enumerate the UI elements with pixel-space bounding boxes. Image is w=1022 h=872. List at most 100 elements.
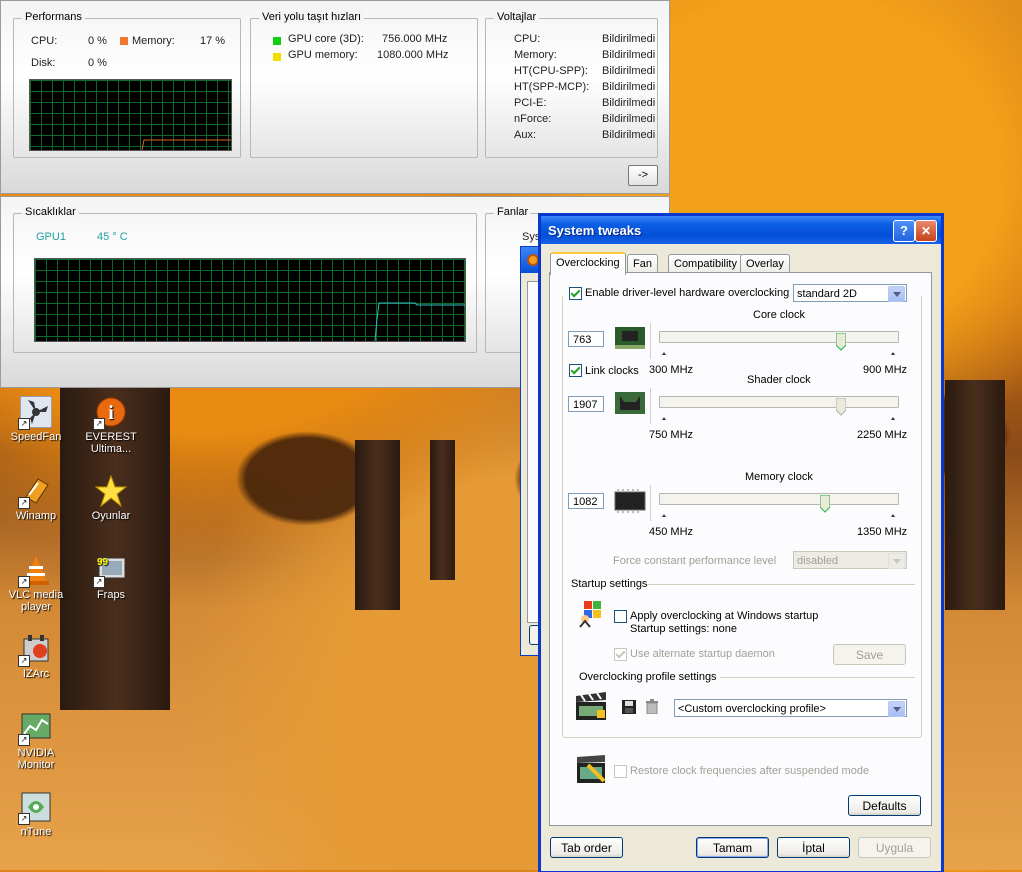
gpu-core-swatch xyxy=(273,37,281,45)
voltage-label: nForce: xyxy=(514,113,552,125)
slider-thumb[interactable] xyxy=(819,494,831,513)
core-clock-max: 900 MHz xyxy=(863,364,908,376)
desktop-icon-label: NVIDIA Monitor xyxy=(17,747,55,771)
system-tweaks-dialog: System tweaks ? ✕ Overclocking Fan Compa… xyxy=(540,215,942,872)
shader-chip-icon xyxy=(614,390,646,414)
tab-overlay[interactable]: Overlay xyxy=(740,254,790,273)
force-performance-combo: disabled xyxy=(793,551,907,569)
core-clock-slider[interactable] xyxy=(650,323,907,359)
dialog-titlebar[interactable]: System tweaks ? ✕ xyxy=(541,216,941,244)
bus-speeds-title: Veri yolu taşıt hızları xyxy=(259,11,365,23)
temperature-graph xyxy=(34,258,466,342)
more-button[interactable]: -> xyxy=(628,165,658,186)
tab-overclocking[interactable]: Overclocking xyxy=(550,252,626,275)
tab-fan[interactable]: Fan xyxy=(627,254,658,273)
cpu-label: CPU: xyxy=(31,35,58,47)
everest-icon: i ↗ xyxy=(93,396,127,430)
gpu-memory-swatch xyxy=(273,53,281,61)
desktop-icon-label: Winamp xyxy=(15,510,57,522)
slider-track xyxy=(659,493,899,505)
tree-trunk xyxy=(430,440,455,580)
desktop-icon-label: IZArc xyxy=(22,668,50,680)
desktop-icon-label: SpeedFan xyxy=(10,431,62,443)
save-profile-icon[interactable] xyxy=(622,700,636,714)
disk-value: 0 % xyxy=(88,57,107,69)
restore-after-suspend-label: Restore clock frequencies after suspende… xyxy=(630,765,870,777)
profile-combo-value: <Custom overclocking profile> xyxy=(678,703,826,715)
slider-thumb[interactable] xyxy=(835,332,847,351)
core-clock-min: 300 MHz xyxy=(649,364,694,376)
voltage-value: Bildirilmedi xyxy=(602,49,656,61)
shortcut-arrow-icon: ↗ xyxy=(18,497,30,509)
shortcut-arrow-icon: ↗ xyxy=(18,576,30,588)
desktop-icon-label: nTune xyxy=(20,826,52,838)
gpu-memory-label: GPU memory: xyxy=(288,49,358,61)
force-performance-label: Force constant performance level xyxy=(613,555,777,567)
core-clock-value-field[interactable]: 763 xyxy=(568,331,604,347)
profile-settings-title: Overclocking profile settings xyxy=(579,671,717,683)
link-clocks-label[interactable]: Link clocks xyxy=(585,365,639,377)
force-performance-value: disabled xyxy=(797,555,838,567)
gpu-core-label: GPU core (3D): xyxy=(288,33,364,45)
voltage-label: Memory: xyxy=(514,49,557,61)
alternate-daemon-label: Use alternate startup daemon xyxy=(630,648,775,660)
desktop-icon-vlc[interactable]: ↗ VLC media player xyxy=(1,554,71,613)
temperatures-title: Sıcaklıklar xyxy=(22,206,79,218)
fraps-icon: 99 ↗ xyxy=(93,554,127,588)
desktop-icon-label: EVEREST Ultima... xyxy=(85,431,137,455)
cpu-value: 0 % xyxy=(88,35,107,47)
desktop-icon-ntune[interactable]: ↗ nTune xyxy=(1,791,71,838)
tab-compatibility[interactable]: Compatibility xyxy=(668,254,743,273)
voltage-value: Bildirilmedi xyxy=(602,65,656,77)
desktop-icon-fraps[interactable]: 99 ↗ Fraps xyxy=(76,554,146,601)
shortcut-arrow-icon: ↗ xyxy=(18,418,30,430)
shortcut-arrow-icon: ↗ xyxy=(93,576,105,588)
profile-clapper-icon xyxy=(575,692,607,720)
memory-label: Memory: xyxy=(132,35,175,47)
shortcut-arrow-icon: ↗ xyxy=(93,418,105,430)
apply-at-startup-checkbox[interactable] xyxy=(614,610,627,623)
voltage-label: CPU: xyxy=(514,33,541,45)
memory-clock-value-field[interactable]: 1082 xyxy=(568,493,604,509)
desktop-icon-label: Fraps xyxy=(96,589,126,601)
desktop-icon-nvidia-monitor[interactable]: ↗ NVIDIA Monitor xyxy=(1,712,71,771)
memory-clock-slider[interactable] xyxy=(650,485,907,521)
desktop-icon-speedfan[interactable]: ↗ SpeedFan xyxy=(1,395,71,443)
desktop-icon-winamp[interactable]: ↗ Winamp xyxy=(1,475,71,522)
close-button[interactable]: ✕ xyxy=(915,220,937,242)
gpu1-label: GPU1 xyxy=(36,231,66,243)
shortcut-arrow-icon: ↗ xyxy=(18,734,30,746)
memory-chip-icon xyxy=(614,488,646,513)
defaults-button[interactable]: Defaults xyxy=(848,795,921,816)
memory-color-swatch xyxy=(120,37,128,45)
link-clocks-checkbox[interactable] xyxy=(569,364,582,377)
tab-order-button[interactable]: Tab order xyxy=(550,837,623,858)
voltage-label: HT(SPP-MCP): xyxy=(514,81,590,93)
memory-value: 17 % xyxy=(200,35,226,47)
fans-title: Fanlar xyxy=(494,206,532,218)
bus-speeds-group: Veri yolu taşıt hızları GPU core (3D): 7… xyxy=(250,11,478,158)
desktop-icon-oyunlar[interactable]: Oyunlar xyxy=(76,474,146,522)
slider-track xyxy=(659,396,899,408)
shader-clock-value-field[interactable]: 1907 xyxy=(568,396,604,412)
help-button[interactable]: ? xyxy=(893,220,915,242)
voltage-label: PCI-E: xyxy=(514,97,547,109)
chevron-down-icon[interactable] xyxy=(888,701,905,717)
restore-after-suspend-checkbox xyxy=(614,765,627,778)
ok-button[interactable]: Tamam xyxy=(696,837,769,858)
voltage-value: Bildirilmedi xyxy=(602,129,656,141)
core-clock-title: Core clock xyxy=(753,309,805,321)
star-icon xyxy=(94,474,128,508)
ntune-icon: ↗ xyxy=(18,791,52,825)
apply-at-startup-label[interactable]: Apply overclocking at Windows startup xyxy=(630,610,818,622)
slider-thumb xyxy=(835,397,847,416)
desktop-icon-izarc[interactable]: ↗ IZArc xyxy=(1,633,71,680)
shader-clock-min: 750 MHz xyxy=(649,429,694,441)
cancel-button[interactable]: İptal xyxy=(777,837,850,858)
profile-combo[interactable]: <Custom overclocking profile> xyxy=(674,699,907,717)
startup-settings-status: Startup settings: none xyxy=(630,623,738,635)
svg-text:i: i xyxy=(108,402,114,424)
desktop-icon-everest[interactable]: i ↗ EVEREST Ultima... xyxy=(76,396,146,455)
memory-clock-title: Memory clock xyxy=(745,471,813,483)
delete-profile-icon[interactable] xyxy=(646,699,658,715)
